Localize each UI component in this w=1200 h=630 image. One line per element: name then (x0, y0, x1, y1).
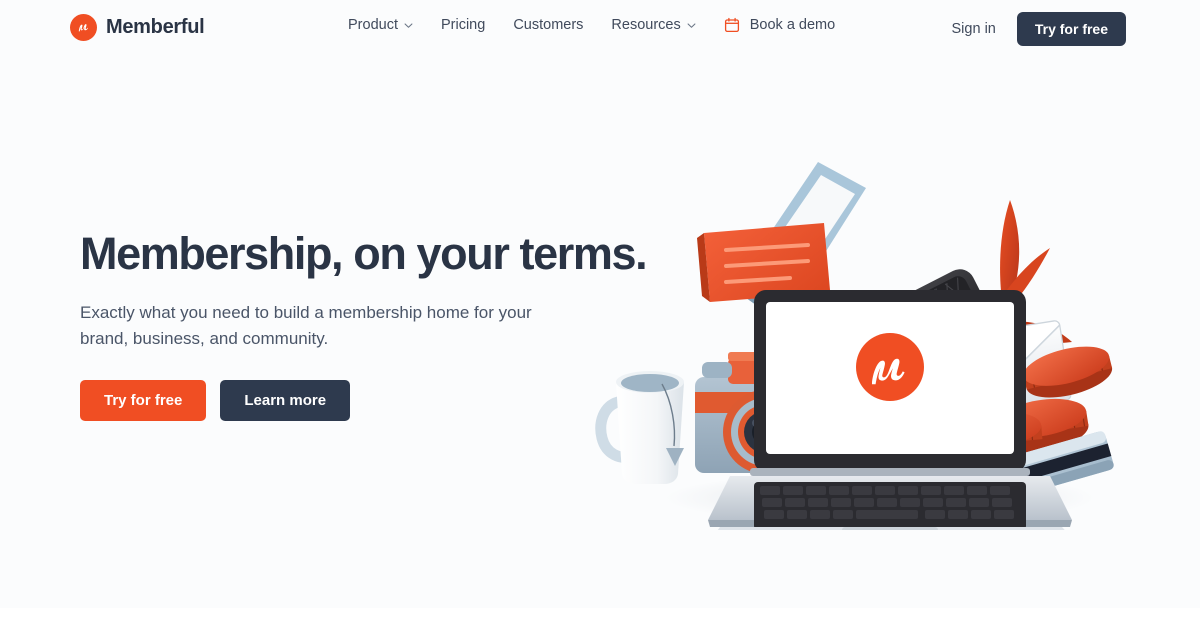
nav-item-label: Customers (513, 17, 584, 33)
hero-illustration (580, 130, 1140, 530)
brand-name: Memberful (106, 16, 205, 38)
memberful-m-logo-icon (70, 14, 97, 41)
nav-item-resources[interactable]: Resources (611, 17, 696, 33)
laptop-screen-memberful-logo (856, 333, 924, 401)
laptop-object (708, 290, 1072, 530)
brand-logo-link[interactable]: Memberful (70, 14, 205, 41)
header-try-for-free-button[interactable]: Try for free (1016, 12, 1126, 46)
sign-in-link[interactable]: Sign in (952, 21, 996, 37)
chevron-down-icon (687, 22, 696, 28)
hero-title: Membership, on your terms. (80, 228, 648, 279)
hero-cta-group: Try for free Learn more (80, 380, 600, 421)
hero-learn-more-button[interactable]: Learn more (220, 380, 351, 421)
hero-subtitle: Exactly what you need to build a members… (80, 303, 532, 348)
header-actions: Sign in Try for free (952, 12, 1126, 46)
calendar-icon (724, 17, 739, 33)
landing-page: Memberful Product Pricing Customers Reso… (0, 0, 1200, 630)
nav-item-label: Pricing (440, 17, 486, 33)
nav-item-label: Product (348, 17, 398, 33)
nav-item-label: Book a demo (749, 17, 836, 33)
primary-navigation: Product Pricing Customers Resources Book… (348, 17, 835, 33)
nav-item-book-a-demo[interactable]: Book a demo (724, 17, 835, 33)
hero-section: Membership, on your terms. Exactly what … (80, 226, 648, 421)
nav-item-pricing[interactable]: Pricing (441, 17, 485, 33)
hero-try-for-free-button[interactable]: Try for free (80, 380, 207, 421)
nav-item-customers[interactable]: Customers (513, 17, 583, 33)
site-header: Memberful Product Pricing Customers Reso… (0, 0, 1200, 58)
nav-item-product[interactable]: Product (348, 17, 413, 33)
chevron-down-icon (404, 22, 413, 28)
coffee-mug-object (595, 371, 684, 484)
nav-item-label: Resources (611, 17, 681, 33)
